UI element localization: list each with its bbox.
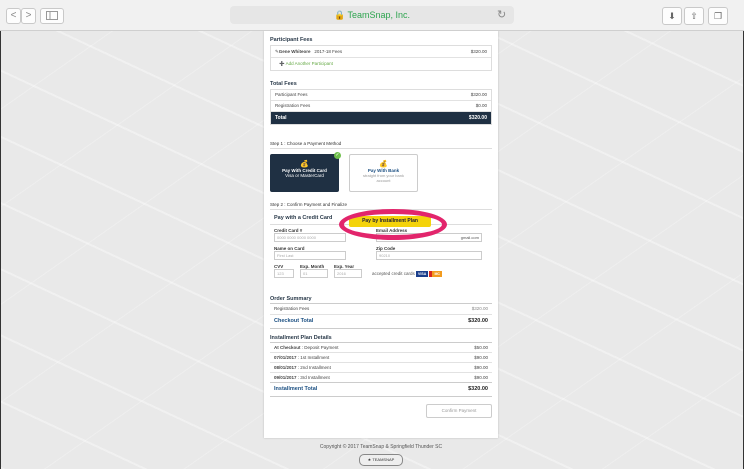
forward-button[interactable]: > [21, 8, 36, 24]
installment-row: 07/01/2017 : 1st Installment $90.00 [270, 352, 492, 362]
step1-section: Step 1 : Choose a Payment Method [270, 141, 492, 149]
inst-date: 09/01/2017 [274, 375, 297, 380]
installment-row: 09/01/2017 : 3rd Installment $90.00 [270, 372, 492, 383]
cvv-input[interactable]: 123 [274, 269, 294, 278]
participant-row: ✎Gene Whiteore 2017-18 Fees $320.00 [271, 46, 491, 57]
month-label: Exp. Month [300, 264, 325, 269]
installment-row: 08/01/2017 : 2nd Installment $90.00 [270, 362, 492, 372]
inst-desc: : Deposit Payment [301, 345, 339, 350]
inst-date: 07/01/2017 [274, 355, 297, 360]
checkout-amount: $320.00 [468, 318, 488, 324]
copyright-text: Copyright © 2017 TeamSnap & Springfield … [319, 444, 443, 450]
participant-name: Gene Whiteore [278, 49, 311, 54]
total-fees-title: Total Fees [270, 81, 297, 87]
row-label: Participant Fees [275, 92, 308, 97]
installment-total-label: Installment Total [274, 386, 318, 392]
order-row: Registration Fees $320.00 [270, 304, 492, 315]
fee-amount: $320.00 [470, 49, 487, 54]
confirm-payment-button[interactable]: Confirm Payment [426, 404, 492, 418]
powered-label: TEAMSNAP [372, 457, 395, 462]
total-amount: $320.00 [468, 115, 487, 121]
url-title: TeamSnap, Inc. [347, 10, 411, 20]
tabs-icon[interactable]: ❐ [708, 7, 728, 25]
money-bag-icon: 💰 [379, 161, 388, 168]
order-summary-title: Order Summary [270, 296, 492, 304]
installment-title: Installment Plan Details [270, 335, 492, 343]
row-label: Registration Fees [275, 103, 311, 108]
row-amount: $320.00 [470, 92, 487, 97]
credit-sub: Visa or MasterCard [285, 173, 324, 178]
reload-icon[interactable]: ↻ [497, 6, 506, 24]
name-input[interactable]: First Last [274, 251, 346, 260]
total-row: Total $320.00 [271, 111, 491, 124]
address-bar[interactable]: 🔒 TeamSnap, Inc. [230, 6, 514, 24]
credit-card-input[interactable]: 0000 0000 0000 0000 [274, 233, 346, 242]
inst-amount: $90.00 [474, 355, 488, 360]
inst-amount: $50.00 [474, 345, 488, 350]
exp-month-input[interactable]: 01 [300, 269, 328, 278]
accepted-cards: accepted credit cards VISA MC [372, 271, 442, 277]
checkout-label: Checkout Total [274, 318, 314, 324]
fee-item: 2017-18 Fees [314, 49, 343, 54]
installment-total-row: Installment Total $320.00 [270, 383, 492, 397]
page-background: Participant Fees ✎Gene Whiteore 2017-18 … [0, 31, 744, 469]
checkout-total-row: Checkout Total $320.00 [270, 315, 492, 329]
exp-year-input[interactable]: 2016 [334, 269, 362, 278]
bank-sub: straight from your bank account [363, 173, 404, 183]
total-row-participant: Participant Fees $320.00 [271, 90, 491, 100]
mastercard-icon: MC [429, 271, 442, 277]
browser-toolbar: < > 🔒 TeamSnap, Inc. ↻ ⬇ ⇧ ❐ [0, 0, 744, 31]
money-bag-icon: 💰 [300, 161, 309, 168]
step1-label: Step 1 : Choose a Payment Method [270, 141, 492, 149]
accepted-label: accepted credit cards [372, 271, 415, 276]
pay-credit-card-button[interactable]: 💰 Pay With Credit Card Visa or MasterCar… [270, 152, 341, 192]
order-summary-section: Order Summary Registration Fees $320.00 C… [270, 296, 492, 329]
check-icon: ✓ [334, 152, 341, 159]
lock-icon: 🔒 [333, 10, 346, 20]
installment-row: At Checkout : Deposit Payment $50.00 [270, 343, 492, 352]
inst-amount: $90.00 [474, 365, 488, 370]
sidebar-icon[interactable] [40, 8, 64, 24]
inst-date: At Checkout [274, 345, 301, 350]
row-amount: $320.00 [471, 306, 488, 311]
share-icon[interactable]: ⇧ [684, 7, 704, 25]
highlight-annotation [339, 209, 447, 240]
add-participant-link[interactable]: ➕ Add Another Participant [271, 57, 491, 70]
star-icon: ★ [367, 457, 372, 462]
inst-desc: : 2nd Installment [297, 365, 331, 370]
back-button[interactable]: < [6, 8, 21, 24]
row-label: Registration Fees [274, 306, 310, 311]
inst-desc: : 3rd Installment [297, 375, 330, 380]
pay-bank-button[interactable]: 💰 Pay With Bank straight from your bank … [349, 154, 418, 192]
visa-icon: VISA [416, 271, 429, 277]
teamsnap-logo[interactable]: ★ TEAMSNAP [359, 454, 403, 466]
participant-fees-section: Participant Fees ✎Gene Whiteore 2017-18 … [270, 37, 492, 71]
inst-date: 08/01/2017 [274, 365, 297, 370]
add-user-icon: ➕ [279, 61, 285, 66]
row-amount: $0.00 [475, 103, 487, 108]
page-footer: Copyright © 2017 TeamSnap & Springfield … [264, 444, 498, 466]
total-fees-section: Total Fees Participant Fees $320.00 Regis… [270, 81, 492, 125]
browser-window: < > 🔒 TeamSnap, Inc. ↻ ⬇ ⇧ ❐ Participant… [0, 0, 744, 469]
inst-desc: : 1st Installment [297, 355, 330, 360]
add-participant-label: Add Another Participant [285, 61, 333, 66]
installment-section: Installment Plan Details At Checkout : D… [270, 335, 492, 397]
inst-amount: $90.00 [474, 375, 488, 380]
participant-fees-title: Participant Fees [270, 37, 313, 43]
total-label: Total [275, 115, 287, 121]
installment-total-amount: $320.00 [468, 386, 488, 392]
zip-input[interactable]: 90210 [376, 251, 482, 260]
download-icon[interactable]: ⬇ [662, 7, 682, 25]
total-row-registration: Registration Fees $0.00 [271, 100, 491, 111]
